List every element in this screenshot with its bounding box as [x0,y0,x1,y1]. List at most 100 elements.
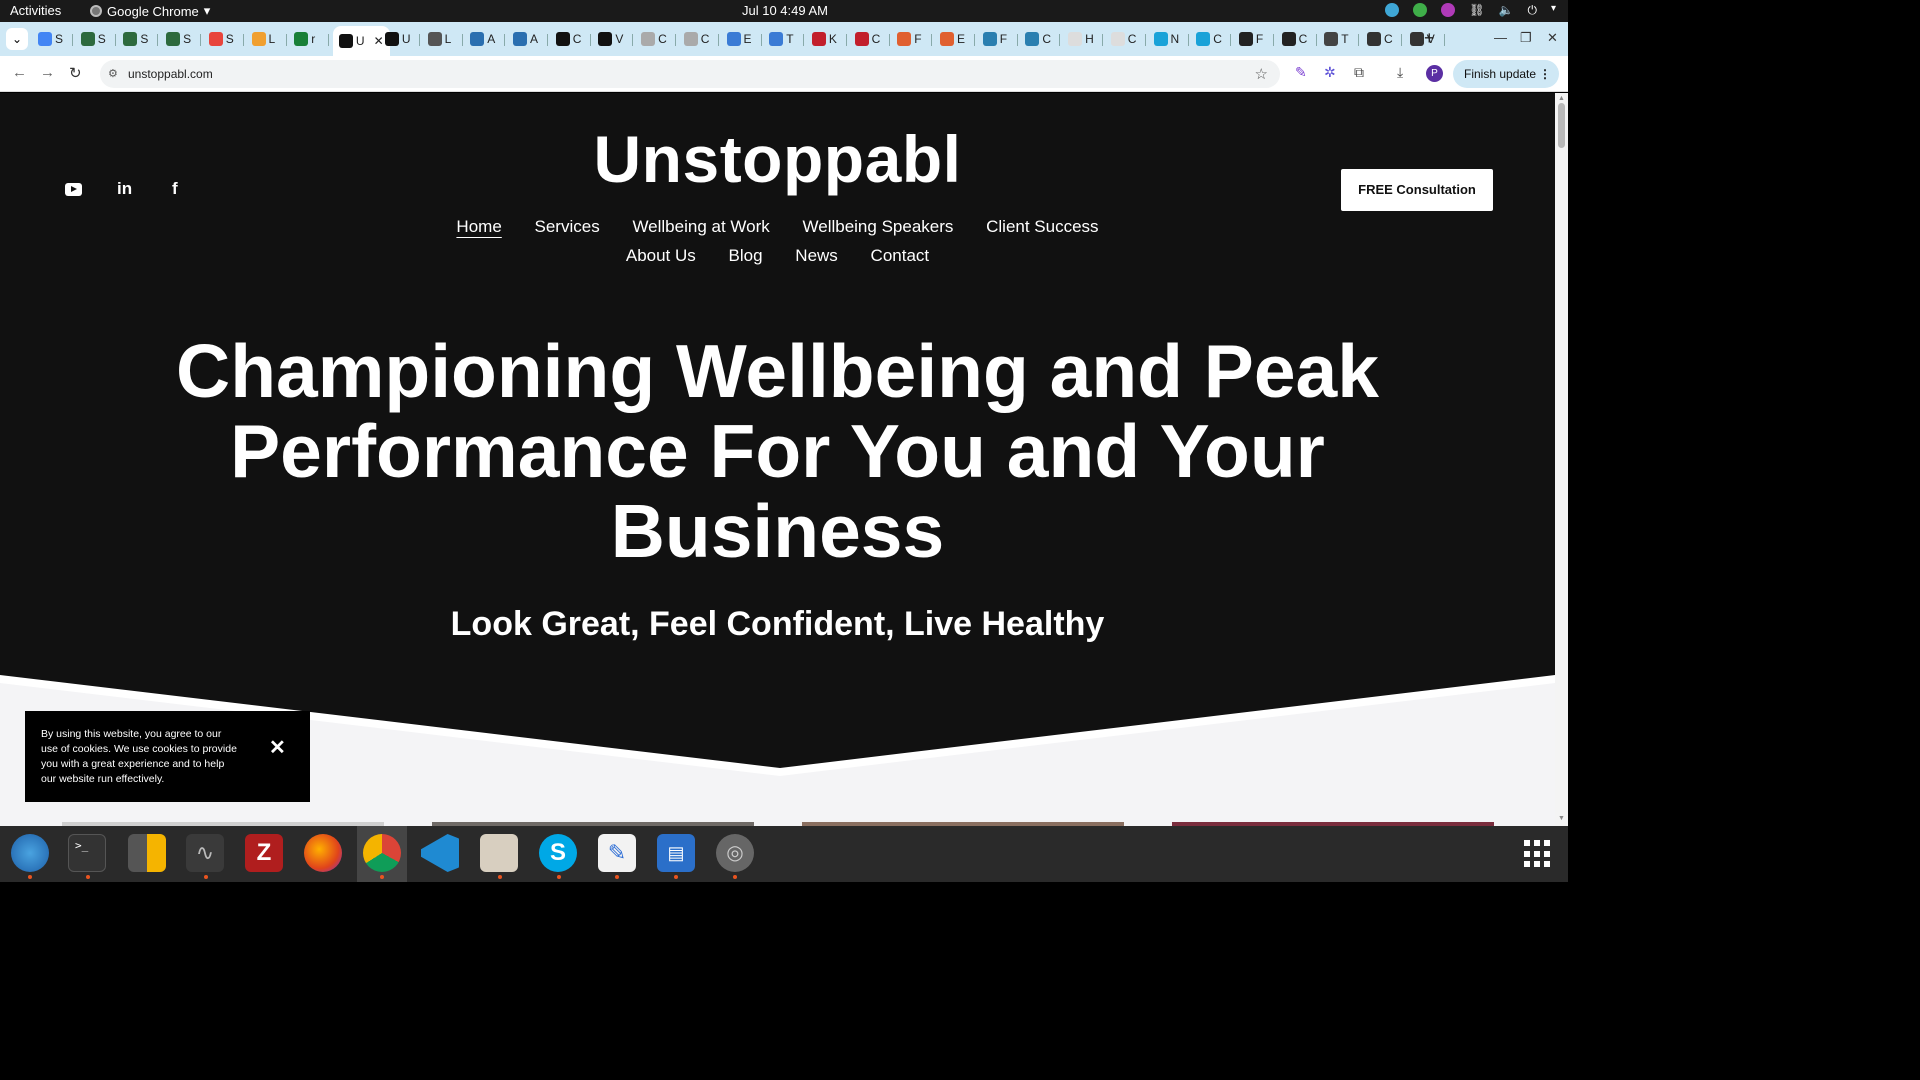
tab-separator [114,34,116,46]
calculator-icon[interactable] [128,834,166,872]
system-tray[interactable]: ⛓ 🔈 ⏻ ▾ [1385,3,1556,17]
show-applications-icon[interactable] [1524,840,1552,868]
free-consultation-button[interactable]: FREE Consultation [1341,169,1493,211]
chrome-icon[interactable] [363,834,401,872]
activities-button[interactable]: Activities [10,3,61,18]
back-button[interactable]: ← [12,64,27,81]
tab[interactable]: E [726,28,752,50]
tab-label: H [1085,32,1094,46]
tab[interactable]: N [1153,28,1179,50]
extensions-puzzle-icon[interactable]: ⧉ [1354,64,1364,81]
forward-button[interactable]: → [40,64,55,81]
tab[interactable]: F [897,28,922,50]
vscode-icon[interactable] [421,834,459,872]
tab[interactable]: C [1025,28,1051,50]
tab[interactable]: L [427,28,451,50]
gear-extension-icon[interactable]: ✲ [1324,64,1336,81]
tab[interactable]: S [80,28,106,50]
tab[interactable]: S [166,28,191,50]
nav-blog[interactable]: Blog [729,246,763,265]
linkedin-icon[interactable]: in [117,179,132,199]
tab[interactable]: S [208,28,234,50]
address-bar[interactable]: ⚙ unstoppabl.com ☆ [100,60,1280,88]
tab[interactable]: C [641,28,667,50]
scroll-down-icon[interactable]: ▼ [1558,815,1565,822]
app-menu[interactable]: Google Chrome ▾ [90,3,210,19]
tab-label: S [140,32,149,46]
pen-extension-icon[interactable]: ✎ [1295,64,1307,81]
system-monitor-icon[interactable]: ∿ [186,834,224,872]
tab-label: E [743,32,752,46]
nav-contact[interactable]: Contact [871,246,930,265]
tab[interactable]: A [513,28,538,50]
tab[interactable]: V [598,28,623,50]
finish-update-button[interactable]: Finish update ⋮ [1453,60,1559,88]
tab[interactable]: K [811,28,837,50]
clock[interactable]: Jul 10 4:49 AM [742,3,828,18]
terminal-icon[interactable]: >_ [68,834,106,872]
site-info-icon[interactable]: ⚙ [108,67,118,80]
more-menu-icon[interactable]: ⋮ [1539,60,1551,88]
nav-services[interactable]: Services [535,217,600,236]
minimize-icon[interactable]: — [1494,30,1507,45]
tab[interactable]: U [384,28,411,50]
close-icon[interactable]: ✕ [269,738,286,758]
page-scrollbar[interactable]: ▲ ▼ [1555,93,1568,826]
tab-active[interactable]: U ✕ [332,26,390,56]
nav-about-us[interactable]: About Us [626,246,696,265]
profile-avatar[interactable]: P [1426,65,1443,82]
new-tab-button[interactable]: + [1424,28,1435,49]
tab[interactable]: C [555,28,581,50]
restore-icon[interactable]: ❐ [1520,30,1532,46]
tray-update-icon[interactable] [1413,3,1428,17]
tray-app-icon[interactable] [1385,3,1400,17]
tab[interactable]: C [854,28,880,50]
nav-wellbeing-at-work[interactable]: Wellbeing at Work [632,217,769,236]
filezilla-icon[interactable]: Z [245,834,283,872]
tab[interactable]: C [1110,28,1136,50]
tray-extension-icon[interactable] [1441,3,1456,17]
tab[interactable]: F [1238,28,1263,50]
tab[interactable]: A [470,28,495,50]
bookmark-star-icon[interactable]: ☆ [1255,65,1268,83]
tab[interactable]: C [1367,28,1393,50]
tab[interactable]: C [1196,28,1222,50]
thunderbird-icon[interactable] [11,834,49,872]
text-editor-icon[interactable]: ✎ [598,834,636,872]
url-text[interactable]: unstoppabl.com [128,67,213,81]
skype-icon[interactable]: S [539,834,577,872]
tab[interactable]: T [769,28,794,50]
tab-search-button[interactable]: ⌄ [6,28,28,50]
facebook-icon[interactable]: f [172,179,178,199]
tab[interactable]: C [683,28,709,50]
disk-utility-icon[interactable]: ◎ [716,834,754,872]
nav-wellbeing-speakers[interactable]: Wellbeing Speakers [803,217,954,236]
nav-home[interactable]: Home [456,217,501,236]
tab[interactable]: S [123,28,148,50]
nav-news[interactable]: News [795,246,838,265]
volume-icon[interactable]: 🔈 [1499,3,1514,17]
files-icon[interactable] [480,834,518,872]
reload-button[interactable]: ↻ [69,64,82,82]
tab[interactable]: H [1068,28,1094,50]
tab[interactable]: L [251,28,275,50]
scrollbar-thumb[interactable] [1558,103,1565,148]
tab[interactable]: E [940,28,965,50]
libreoffice-writer-icon[interactable]: ▤ [657,834,695,872]
scroll-up-icon[interactable]: ▲ [1558,95,1565,102]
close-tab-icon[interactable]: ✕ [374,34,384,48]
download-icon[interactable]: ⤓ [1397,64,1403,81]
tab[interactable]: r [294,28,315,50]
tab[interactable]: C [1281,28,1307,50]
youtube-icon[interactable] [65,183,82,196]
power-icon[interactable]: ⏻ [1527,3,1537,17]
tab[interactable]: F [982,28,1007,50]
network-icon[interactable]: ⛓ [1469,3,1484,17]
chevron-down-icon[interactable]: ▾ [1551,3,1556,17]
tab[interactable]: S [38,28,63,50]
site-logo[interactable]: Unstoppabl [0,121,1555,197]
firefox-icon[interactable] [304,834,342,872]
tab[interactable]: T [1324,28,1349,50]
nav-client-success[interactable]: Client Success [986,217,1098,236]
close-window-icon[interactable]: ✕ [1547,30,1558,46]
